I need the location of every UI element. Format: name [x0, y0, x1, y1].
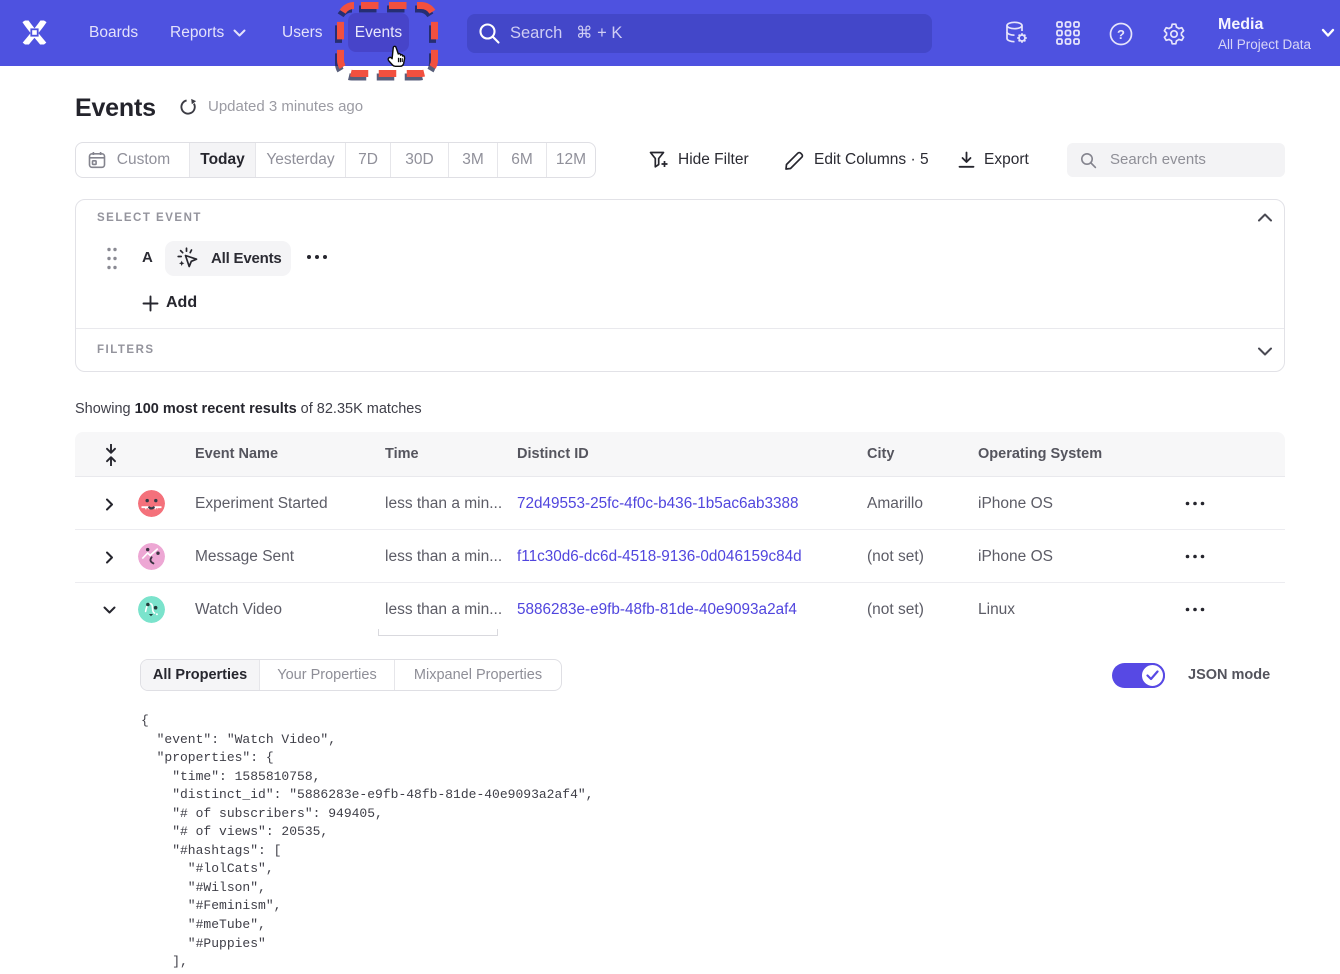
svg-text:?: ?	[1117, 27, 1125, 42]
